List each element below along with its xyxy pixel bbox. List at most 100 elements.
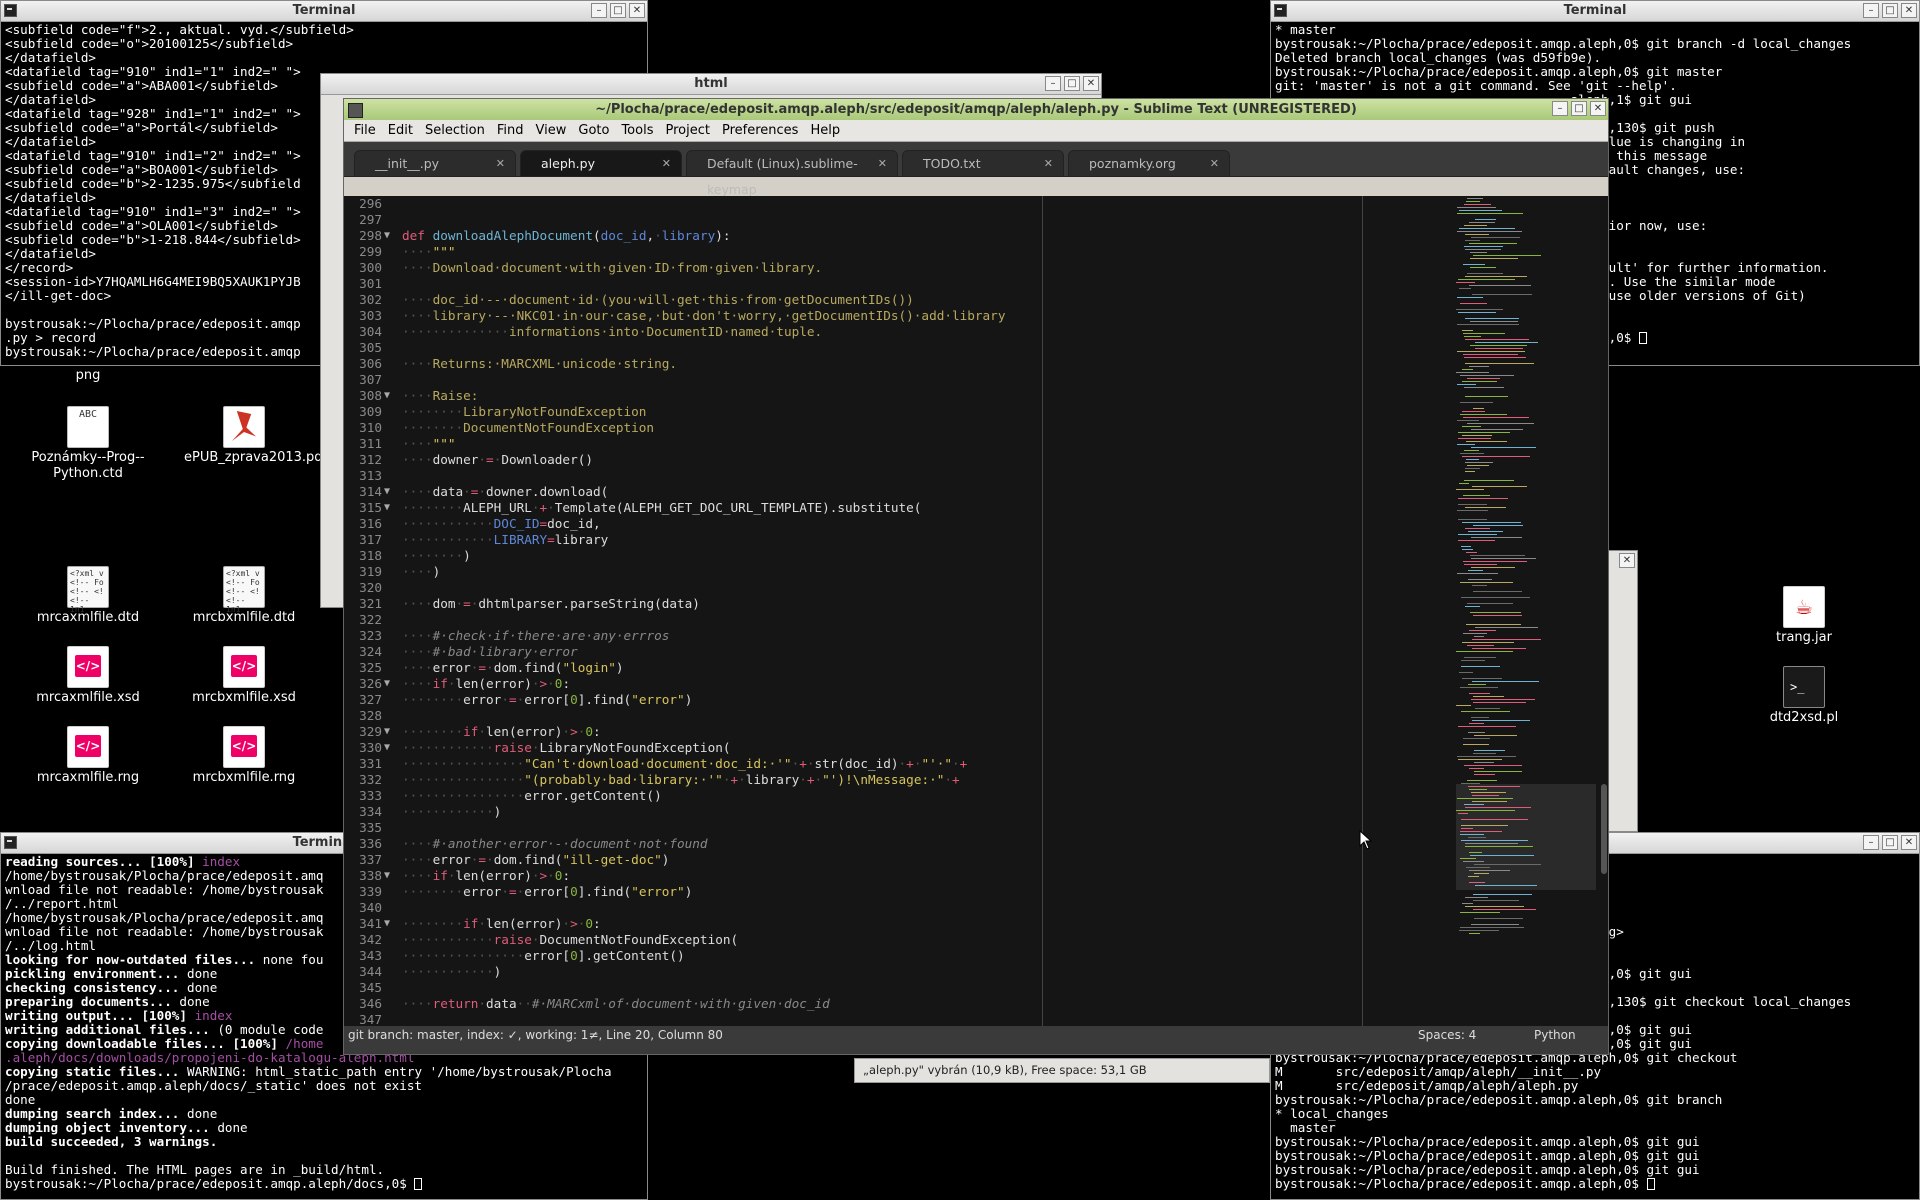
menu-project[interactable]: Project — [659, 120, 715, 141]
code-line[interactable]: 347 — [344, 1012, 1394, 1026]
code-line[interactable]: 322 — [344, 612, 1394, 628]
code-line[interactable]: 299 ····""" — [344, 244, 1394, 260]
code-line[interactable]: 303 ····library·--·NKC01·in·our·case,·but… — [344, 308, 1394, 324]
code-line[interactable]: 312 ····downer·=·Downloader() — [344, 452, 1394, 468]
tab-todo[interactable]: TODO.txt ✕ — [902, 150, 1064, 176]
code-line[interactable]: 331 ················"Can't·download·docum… — [344, 756, 1394, 772]
maximize-button[interactable]: □ — [610, 3, 626, 18]
menu-edit[interactable]: Edit — [382, 120, 419, 141]
code-line[interactable]: 297 — [344, 212, 1394, 228]
desktop-icon-png[interactable]: png — [28, 368, 148, 384]
code-line[interactable]: 326 ▼ ····if·len(error)·>·0: — [344, 676, 1394, 692]
code-line[interactable]: 317 ············LIBRARY=library — [344, 532, 1394, 548]
minimize-button[interactable]: – — [1863, 835, 1879, 850]
code-line[interactable]: 343 ················error[0].getContent() — [344, 948, 1394, 964]
minimize-button[interactable]: – — [1552, 101, 1568, 116]
desktop-icon-mrca-dtd[interactable]: <?xml v <!-- Fo <!-- <! <!-- 1n1 mrcaxmlfil… — [28, 566, 148, 626]
menu-tools[interactable]: Tools — [615, 120, 659, 141]
code-line[interactable]: 325 ····error·=·dom.find("login") — [344, 660, 1394, 676]
tab-keymap[interactable]: Default (Linux).sublime-keymap ✕ — [686, 150, 898, 197]
tab-init-py[interactable]: __init__.py ✕ — [354, 150, 516, 176]
code-line[interactable]: 298 ▼ def downloadAlephDocument(doc_id,·li… — [344, 228, 1394, 244]
desktop-icon-epub-pdf[interactable]: ePUB_zprava2013.pdf — [184, 406, 327, 466]
status-syntax[interactable]: Python — [1534, 1026, 1576, 1044]
vertical-scrollbar[interactable] — [1600, 196, 1608, 1026]
maximize-button[interactable]: □ — [1571, 101, 1587, 116]
code-line[interactable]: 319 ····) — [344, 564, 1394, 580]
code-line[interactable]: 315 ▼ ········ALEPH_URL·+·Template(ALEPH_G… — [344, 500, 1394, 516]
maximize-button[interactable]: □ — [1064, 76, 1080, 91]
close-button[interactable]: ✕ — [1619, 553, 1635, 568]
code-line[interactable]: 314 ▼ ····data·=·downer.download( — [344, 484, 1394, 500]
desktop-icon-dtd2xsd[interactable]: >_ dtd2xsd.pl — [1744, 666, 1864, 726]
fold-arrow-icon[interactable]: ▼ — [384, 916, 390, 932]
code-line[interactable]: 320 — [344, 580, 1394, 596]
code-line[interactable]: 306 ····Returns:·MARCXML·unicode·string. — [344, 356, 1394, 372]
code-line[interactable]: 302 ····doc_id·--·document·id·(you·will·g… — [344, 292, 1394, 308]
desktop-icon-poznamky[interactable]: ABC Poznámky--Prog--Python.ctd — [28, 406, 148, 482]
code-line[interactable]: 330 ▼ ············raise·LibraryNotFoundExc… — [344, 740, 1394, 756]
code-line[interactable]: 346 ····return·data··#·MARCxml·of·documen… — [344, 996, 1394, 1012]
code-editor[interactable]: 296 297 298 ▼ def downloadAlephDocument(doc_… — [344, 196, 1608, 1026]
desktop-icon-mrca-rng[interactable]: mrcaxmlfile.rng — [28, 726, 148, 786]
code-line[interactable]: 334 ············) — [344, 804, 1394, 820]
fold-arrow-icon[interactable]: ▼ — [384, 868, 390, 884]
close-button[interactable]: ✕ — [1083, 76, 1099, 91]
terminal-titlebar[interactable]: Terminal – □ ✕ — [1271, 1, 1919, 22]
minimize-button[interactable]: – — [1045, 76, 1061, 91]
code-line[interactable]: 332 ················"(probably·bad·librar… — [344, 772, 1394, 788]
close-tab-icon[interactable]: ✕ — [1210, 151, 1219, 177]
code-line[interactable]: 323 ····#·check·if·there·are·any·errros — [344, 628, 1394, 644]
fold-arrow-icon[interactable]: ▼ — [384, 740, 390, 756]
menu-find[interactable]: Find — [491, 120, 530, 141]
fold-arrow-icon[interactable]: ▼ — [384, 228, 390, 244]
code-line[interactable]: 311 ····""" — [344, 436, 1394, 452]
code-line[interactable]: 333 ················error.getContent() — [344, 788, 1394, 804]
code-line[interactable]: 344 ············) — [344, 964, 1394, 980]
code-line[interactable]: 329 ▼ ········if·len(error)·>·0: — [344, 724, 1394, 740]
code-line[interactable]: 327 ········error·=·error[0].find("error"… — [344, 692, 1394, 708]
code-line[interactable]: 336 ····#·another·error·-·document·not·fo… — [344, 836, 1394, 852]
code-line[interactable]: 341 ▼ ········if·len(error)·>·0: — [344, 916, 1394, 932]
menu-preferences[interactable]: Preferences — [716, 120, 804, 141]
code-line[interactable]: 318 ········) — [344, 548, 1394, 564]
code-line[interactable]: 345 — [344, 980, 1394, 996]
fold-arrow-icon[interactable]: ▼ — [384, 676, 390, 692]
status-indentation[interactable]: Spaces: 4 — [1418, 1026, 1476, 1044]
code-line[interactable]: 313 — [344, 468, 1394, 484]
menu-selection[interactable]: Selection — [419, 120, 491, 141]
code-line[interactable]: 308 ▼ ····Raise: — [344, 388, 1394, 404]
close-button[interactable]: ✕ — [1590, 101, 1606, 116]
tab-poznamky[interactable]: poznamky.org ✕ — [1068, 150, 1230, 176]
desktop-icon-mrcb-rng[interactable]: mrcbxmlfile.rng — [184, 726, 304, 786]
code-line[interactable]: 305 — [344, 340, 1394, 356]
close-tab-icon[interactable]: ✕ — [1044, 151, 1053, 177]
desktop-icon-mrcb-xsd[interactable]: mrcbxmlfile.xsd — [184, 646, 304, 706]
code-line[interactable]: 328 — [344, 708, 1394, 724]
close-tab-icon[interactable]: ✕ — [878, 151, 887, 177]
desktop-icon-trang-jar[interactable]: ☕ trang.jar — [1744, 586, 1864, 646]
close-tab-icon[interactable]: ✕ — [496, 151, 505, 177]
code-line[interactable]: 335 — [344, 820, 1394, 836]
code-line[interactable]: 310 ········DocumentNotFoundException — [344, 420, 1394, 436]
file-manager-titlebar[interactable]: html – □ ✕ — [321, 74, 1101, 95]
code-line[interactable]: 324 ····#·bad·library·error — [344, 644, 1394, 660]
code-line[interactable]: 338 ▼ ····if·len(error)·>·0: — [344, 868, 1394, 884]
maximize-button[interactable]: □ — [1882, 3, 1898, 18]
close-button[interactable]: ✕ — [1901, 3, 1917, 18]
tab-aleph-py[interactable]: aleph.py ✕ — [520, 150, 682, 176]
code-line[interactable]: 307 — [344, 372, 1394, 388]
fold-arrow-icon[interactable]: ▼ — [384, 484, 390, 500]
fold-arrow-icon[interactable]: ▼ — [384, 388, 390, 404]
sublime-titlebar[interactable]: ~/Plocha/prace/edeposit.amqp.aleph/src/e… — [344, 99, 1608, 120]
code-line[interactable]: 316 ············DOC_ID=doc_id, — [344, 516, 1394, 532]
minimize-button[interactable]: – — [1863, 3, 1879, 18]
close-button[interactable]: ✕ — [629, 3, 645, 18]
code-line[interactable]: 337 ····error·=·dom.find("ill-get-doc") — [344, 852, 1394, 868]
terminal-titlebar[interactable]: Terminal – □ ✕ — [1, 1, 647, 22]
code-line[interactable]: 300 ····Download·document·with·given·ID·f… — [344, 260, 1394, 276]
code-line[interactable]: 301 — [344, 276, 1394, 292]
desktop-icon-mrca-xsd[interactable]: mrcaxmlfile.xsd — [28, 646, 148, 706]
code-line[interactable]: 340 — [344, 900, 1394, 916]
close-button[interactable]: ✕ — [1901, 835, 1917, 850]
